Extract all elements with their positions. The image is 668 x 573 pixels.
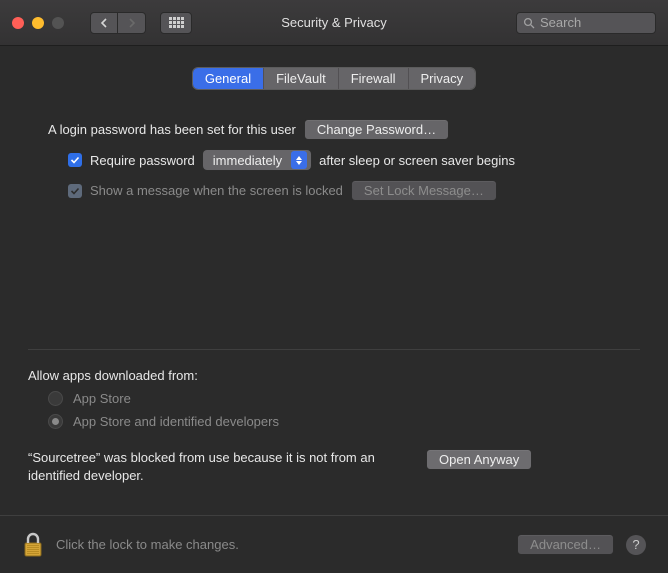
radio-identified-label: App Store and identified developers — [73, 414, 279, 429]
footer: Click the lock to make changes. Advanced… — [0, 515, 668, 573]
require-password-delay-select[interactable]: immediately — [203, 150, 311, 170]
tab-privacy[interactable]: Privacy — [408, 68, 476, 89]
show-all-button[interactable] — [160, 12, 192, 34]
login-password-text: A login password has been set for this u… — [48, 122, 296, 137]
nav-buttons — [90, 12, 146, 34]
tab-filevault[interactable]: FileVault — [263, 68, 338, 89]
titlebar: Security & Privacy Search — [0, 0, 668, 46]
require-password-label: Require password — [90, 153, 195, 168]
radio-app-store-label: App Store — [73, 391, 131, 406]
grid-icon — [169, 17, 184, 28]
radio-identified-developers — [48, 414, 63, 429]
divider — [28, 349, 640, 350]
check-icon — [70, 186, 80, 196]
allow-apps-section: Allow apps downloaded from: App Store Ap… — [28, 368, 640, 485]
minimize-window-button[interactable] — [32, 17, 44, 29]
back-button[interactable] — [90, 12, 118, 34]
stepper-icon — [291, 151, 307, 169]
advanced-button[interactable]: Advanced… — [517, 534, 614, 555]
zoom-window-button — [52, 17, 64, 29]
check-icon — [70, 155, 80, 165]
set-lock-message-button: Set Lock Message… — [351, 180, 497, 201]
content: General FileVault Firewall Privacy A log… — [0, 46, 668, 485]
tab-bar: General FileVault Firewall Privacy — [28, 68, 640, 89]
help-button[interactable]: ? — [626, 535, 646, 555]
require-password-suffix: after sleep or screen saver begins — [319, 153, 515, 168]
lock-hint-text: Click the lock to make changes. — [56, 537, 239, 552]
require-password-checkbox[interactable] — [68, 153, 82, 167]
chevron-left-icon — [100, 18, 108, 28]
forward-button — [118, 12, 146, 34]
tab-firewall[interactable]: Firewall — [338, 68, 408, 89]
lock-icon[interactable] — [22, 532, 44, 558]
window-controls — [12, 17, 64, 29]
allow-apps-heading: Allow apps downloaded from: — [28, 368, 640, 383]
search-input[interactable]: Search — [516, 12, 656, 34]
chevron-right-icon — [128, 18, 136, 28]
radio-app-store — [48, 391, 63, 406]
search-placeholder: Search — [540, 15, 581, 30]
show-message-checkbox — [68, 184, 82, 198]
close-window-button[interactable] — [12, 17, 24, 29]
open-anyway-button[interactable]: Open Anyway — [426, 449, 532, 470]
blocked-app-message: “Sourcetree” was blocked from use becaus… — [28, 449, 408, 485]
change-password-button[interactable]: Change Password… — [304, 119, 449, 140]
show-message-label: Show a message when the screen is locked — [90, 183, 343, 198]
password-section: A login password has been set for this u… — [28, 119, 640, 201]
search-icon — [523, 17, 535, 29]
tab-general[interactable]: General — [193, 68, 263, 89]
